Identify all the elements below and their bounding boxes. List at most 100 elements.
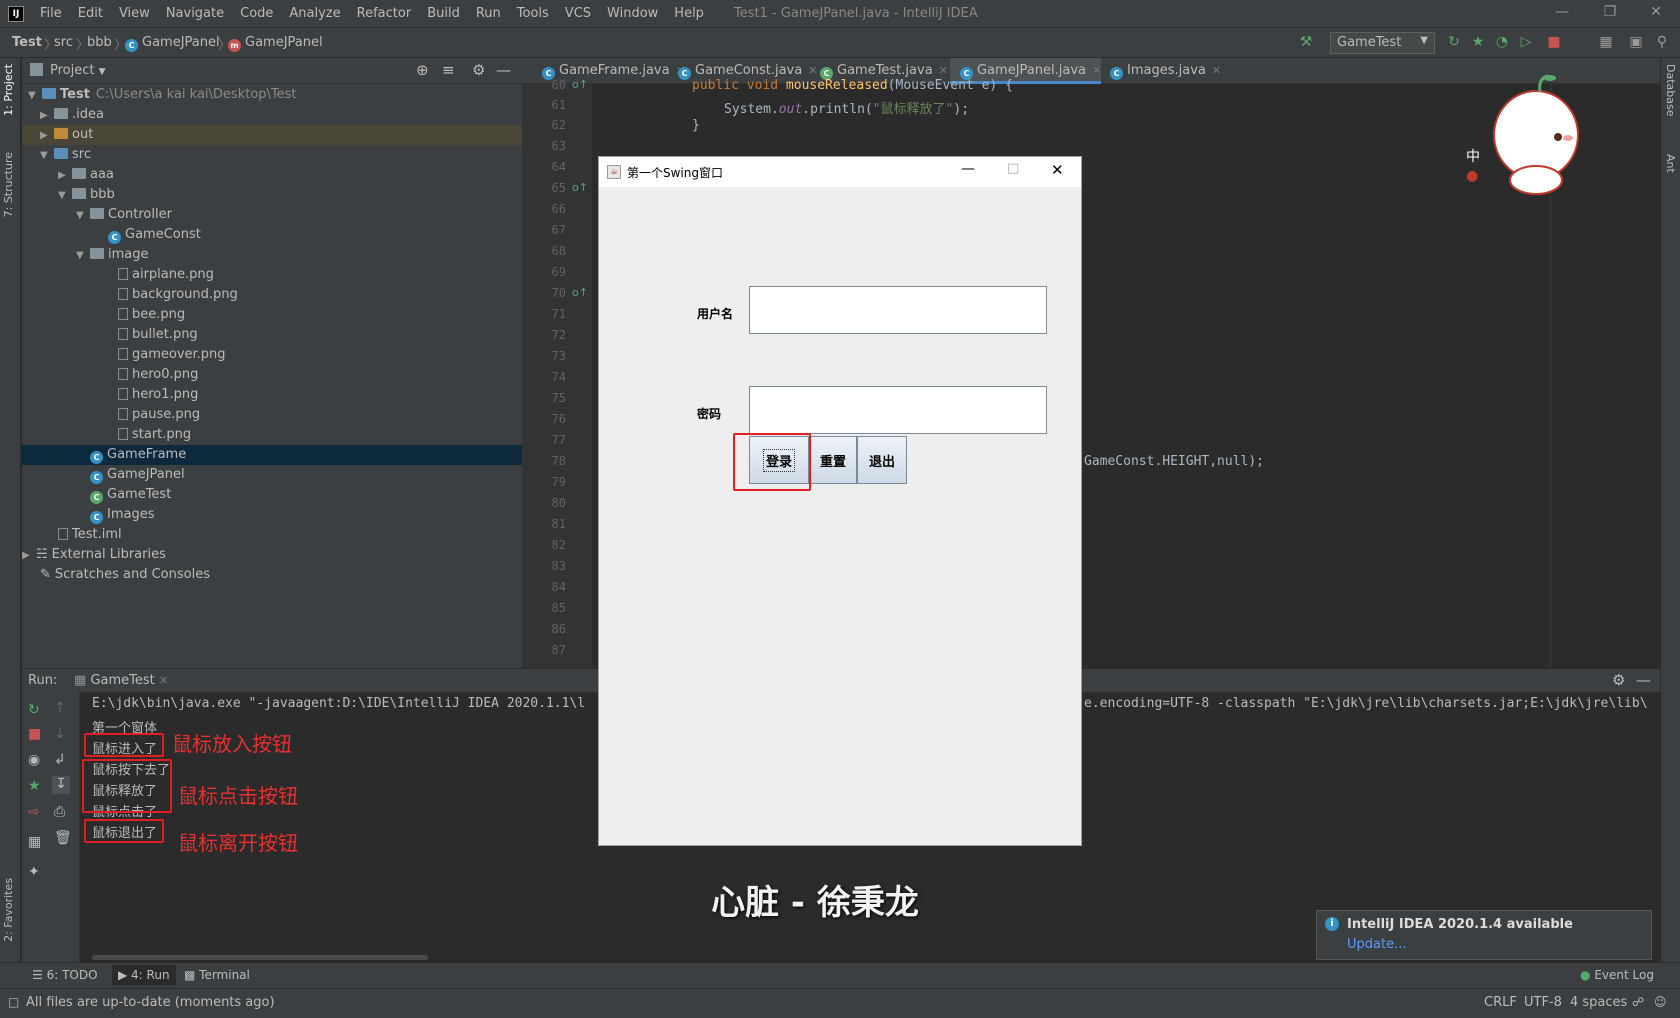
debug-bug-icon[interactable]: ★ — [1470, 34, 1486, 50]
event-log-button[interactable]: ● Event Log — [1580, 968, 1654, 982]
tool-tab-project[interactable]: 1: Project — [2, 64, 15, 116]
tool-tab-structure[interactable]: 7: Structure — [2, 152, 15, 217]
project-view-select[interactable]: Project ▼ — [50, 63, 106, 78]
tree-item-bbb[interactable]: ▼ bbb — [22, 185, 522, 205]
tree-item-gameconst[interactable]: C GameConst — [22, 225, 522, 245]
coverage-icon[interactable]: ◔ — [1494, 34, 1510, 50]
breadcrumb-class[interactable]: C GameJPanel — [125, 35, 220, 52]
tree-item-root[interactable]: ▼ Test C:\Users\a kai kai\Desktop\Test — [22, 85, 522, 105]
tree-item-gamejpanel[interactable]: C GameJPanel — [22, 465, 522, 485]
menu-code[interactable]: Code — [240, 6, 273, 21]
menu-file[interactable]: File — [40, 6, 62, 21]
tree-item-gameframe[interactable]: C GameFrame — [22, 445, 522, 465]
print-icon[interactable]: ⎙ — [54, 804, 65, 820]
rerun-icon[interactable]: ↻ — [28, 702, 40, 718]
tree-item-external-libraries[interactable]: ▶ ☵ External Libraries — [22, 545, 522, 565]
tree-item-png[interactable]: hero1.png — [22, 385, 522, 405]
up-arrow-icon[interactable]: ↑ — [54, 700, 66, 716]
menu-edit[interactable]: Edit — [78, 6, 103, 21]
tree-item-image[interactable]: ▼ image — [22, 245, 522, 265]
editor-scrollbar[interactable] — [1644, 84, 1652, 668]
restore-icon[interactable]: ❐ — [1600, 4, 1620, 20]
run-configuration-select[interactable]: GameTest ▼ — [1330, 32, 1435, 54]
layout-icon[interactable]: ▣ — [1628, 34, 1644, 50]
tree-item-png[interactable]: pause.png — [22, 405, 522, 425]
collapse-all-icon[interactable]: ≡ — [442, 61, 455, 79]
tree-item-controller[interactable]: ▼ Controller — [22, 205, 522, 225]
tree-item-iml[interactable]: Test.iml — [22, 525, 522, 545]
tree-item-png[interactable]: bullet.png — [22, 325, 522, 345]
menu-analyze[interactable]: Analyze — [289, 6, 340, 21]
tree-item-png[interactable]: hero0.png — [22, 365, 522, 385]
layout-icon[interactable]: ▦ — [28, 834, 41, 850]
reset-button[interactable]: 重置 — [809, 436, 857, 484]
minimize-icon[interactable]: — — [1552, 4, 1572, 20]
tree-item-aaa[interactable]: ▶ aaa — [22, 165, 522, 185]
file-encoding[interactable]: UTF-8 — [1524, 995, 1562, 1010]
project-structure-icon[interactable]: ▦ — [1598, 34, 1614, 50]
menu-refactor[interactable]: Refactor — [357, 6, 412, 21]
breadcrumb-bbb[interactable]: bbb — [87, 35, 112, 50]
menu-view[interactable]: View — [119, 6, 150, 21]
menu-tools[interactable]: Tools — [517, 6, 549, 21]
menu-run[interactable]: Run — [476, 6, 501, 21]
tree-item-png[interactable]: gameover.png — [22, 345, 522, 365]
lock-icon[interactable]: ☍ — [1632, 995, 1644, 1009]
update-link[interactable]: Update... — [1347, 937, 1406, 952]
password-field[interactable] — [749, 386, 1047, 434]
trash-icon[interactable]: 🗑 — [54, 830, 72, 846]
tree-item-out[interactable]: ▶ out — [22, 125, 522, 145]
close-icon[interactable]: ✕ — [939, 64, 948, 77]
profile-icon[interactable]: ▷ — [1518, 34, 1534, 50]
ime-mode-icon[interactable]: 中 — [1466, 146, 1480, 166]
locate-icon[interactable]: ⊕ — [416, 61, 429, 79]
indent-setting[interactable]: 4 spaces — [1570, 995, 1627, 1010]
gear-icon[interactable]: ⚙ — [472, 61, 485, 79]
tree-item-png[interactable]: bee.png — [22, 305, 522, 325]
line-separator[interactable]: CRLF — [1484, 995, 1517, 1010]
tree-item-gametest[interactable]: C GameTest — [22, 485, 522, 505]
debug-bug-icon[interactable]: ★ — [28, 778, 41, 794]
username-field[interactable] — [749, 286, 1047, 334]
override-marker-icon[interactable]: o↑ — [572, 286, 588, 299]
tool-tab-database[interactable]: Database — [1664, 64, 1677, 117]
run-tab[interactable]: ▦ GameTest ✕ — [74, 673, 168, 688]
override-marker-icon[interactable]: o↑ — [572, 78, 588, 91]
down-arrow-icon[interactable]: ↓ — [54, 726, 66, 742]
swing-minimize-icon[interactable]: — — [961, 161, 975, 177]
menu-help[interactable]: Help — [674, 6, 704, 21]
swing-title-bar[interactable]: ☕ 第一个Swing窗口 — □ ✕ — [599, 157, 1081, 187]
menu-window[interactable]: Window — [607, 6, 658, 21]
inspector-icon[interactable]: ☺ — [1654, 995, 1667, 1009]
tab-images[interactable]: C Images.java ✕ — [1100, 58, 1221, 84]
tree-item-idea[interactable]: ▶ .idea — [22, 105, 522, 125]
search-icon[interactable]: ⚲ — [1654, 34, 1670, 50]
exit-icon[interactable]: ⇨ — [28, 804, 40, 820]
hide-panel-icon[interactable]: — — [496, 61, 511, 79]
tool-tab-run[interactable]: ▶ 4: Run — [112, 965, 176, 985]
tool-tab-terminal[interactable]: ▩ Terminal — [184, 968, 250, 982]
tool-tab-ant[interactable]: Ant — [1664, 154, 1677, 173]
close-icon[interactable]: ✕ — [159, 674, 168, 687]
console-scrollbar[interactable] — [92, 955, 428, 960]
breadcrumb-project[interactable]: Test — [12, 35, 42, 50]
build-hammer-icon[interactable]: ⚒ — [1298, 34, 1314, 50]
breadcrumb-src[interactable]: src — [54, 35, 73, 50]
tree-item-images[interactable]: C Images — [22, 505, 522, 525]
hide-panel-icon[interactable]: — — [1636, 671, 1651, 689]
tree-item-src[interactable]: ▼ src — [22, 145, 522, 165]
tree-item-scratches[interactable]: ✎ Scratches and Consoles — [22, 565, 522, 585]
rerun-icon[interactable]: ↻ — [1446, 34, 1462, 50]
tree-item-png[interactable]: airplane.png — [22, 265, 522, 285]
soft-wrap-icon[interactable]: ↲ — [54, 752, 66, 768]
gear-icon[interactable]: ⚙ — [1612, 671, 1625, 689]
menu-vcs[interactable]: VCS — [565, 6, 591, 21]
close-icon[interactable]: ✕ — [1646, 4, 1666, 20]
menu-build[interactable]: Build — [427, 6, 460, 21]
menu-navigate[interactable]: Navigate — [166, 6, 224, 21]
stop-icon[interactable]: ■ — [28, 726, 41, 742]
ime-status-icon[interactable]: ● — [1466, 168, 1478, 184]
override-marker-icon[interactable]: o↑ — [572, 181, 588, 194]
status-toggle-icon[interactable]: □ — [8, 995, 19, 1009]
exit-button[interactable]: 退出 — [857, 436, 907, 484]
